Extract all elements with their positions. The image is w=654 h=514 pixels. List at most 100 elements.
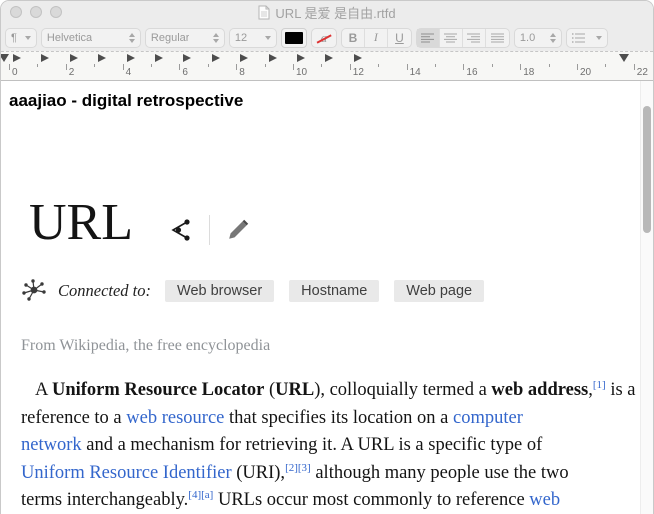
bold-button[interactable]: B [342,28,365,47]
text-segment: ( [264,380,276,400]
connected-label: Connected to: [58,280,152,300]
reference-link[interactable]: [1] [593,379,606,391]
text-segment: ), colloquially termed a [314,380,492,400]
close-button[interactable] [10,6,22,18]
text-segment: URLs occur most commonly to reference [213,490,530,510]
ruler-scale: 0 2 4 6 8 10 12 14 16 18 20 22 [1,64,653,81]
ruler-tick [236,64,238,70]
text-segment: Uniform Resource Locator [51,380,265,400]
connected-tag: Web page [394,279,485,302]
ruler-tick [349,64,351,70]
paragraph-styles-button[interactable]: ¶ [5,27,37,48]
ruler-tick [37,64,39,67]
connected-tag: Web browser [165,279,275,302]
font-style-select[interactable]: Regular [144,27,225,48]
ruler-number: 18 [523,67,535,78]
wiki-link[interactable]: Uniform Resource Identifier [21,463,232,483]
ruler-number: 4 [125,67,132,78]
align-justify-button[interactable] [486,29,509,47]
tab-stop-marker[interactable] [183,54,192,62]
ruler-tick [577,64,578,70]
right-margin-marker[interactable] [619,54,629,62]
underline-button[interactable]: U [388,29,411,47]
tab-stop-marker[interactable] [325,54,334,62]
article-title: URL [29,194,133,251]
vertical-divider [209,215,210,245]
color-swatch-icon [284,31,303,44]
tab-stop-marker[interactable] [240,54,249,62]
highlight-color-button[interactable]: a [310,27,337,48]
text-segment: that specifies its location on a [224,407,453,428]
network-node-icon [22,279,46,301]
tab-stop-marker[interactable] [13,54,21,62]
paragraph-line: terms interchangeably.[4][a] URLs occur … [21,487,653,514]
align-center-icon [444,33,458,42]
ruler-tick [264,64,266,67]
wiki-link[interactable]: computer [453,408,523,428]
tab-stop-marker[interactable] [155,54,163,62]
tab-stop-marker[interactable] [41,54,50,62]
wiki-link[interactable]: web resource [126,408,224,428]
ruler[interactable]: 0 2 4 6 8 10 12 14 16 18 20 22 [1,51,653,81]
tab-stop-marker[interactable] [98,54,107,62]
alignment-group [415,27,510,48]
ruler-tick [151,64,152,67]
tab-stop-marker[interactable] [297,54,305,62]
wiki-link[interactable]: network [21,435,82,455]
list-style-select[interactable] [565,27,608,48]
text-segment: is a [605,380,636,400]
document-content[interactable]: aaajiao - digital retrospective URL Conn… [1,81,653,514]
paragraph-line: reference to a web resource that specifi… [21,405,653,433]
ruler-tick [548,64,550,67]
tab-stop-marker[interactable] [211,54,220,62]
tab-stop-row [1,54,653,64]
vertical-scrollbar[interactable] [640,81,653,514]
align-right-button[interactable] [463,28,486,47]
article-paragraph: A Uniform Resource Locator (URL), colloq… [21,377,653,514]
font-family-select[interactable]: Helvetica [40,27,141,48]
text-color-well[interactable] [280,27,307,48]
document-header-line: aaajiao - digital retrospective [9,91,244,110]
minimize-button[interactable] [30,6,42,18]
reference-link[interactable]: [4][a] [188,489,213,501]
pasted-wikipedia-article: URL Connected to: Web browser Hostname W… [21,193,653,514]
italic-button[interactable]: I [365,28,388,47]
share-graph-icon[interactable] [165,216,193,244]
ruler-tick [122,64,124,70]
ruler-number: 22 [636,67,648,78]
text-segment: and a mechanism for retrieving it. A URL… [81,435,543,455]
textedit-window: URL 是爱 是自由.rtfd ¶ Helvetica Regular 12 a… [0,0,654,514]
tab-stop-marker[interactable] [353,54,362,62]
window-controls [10,6,62,18]
ruler-number: 20 [580,67,592,78]
tab-stop-marker[interactable] [268,54,277,62]
align-justify-icon [490,33,504,42]
font-size-select[interactable]: 12 [228,27,277,48]
ruler-number: 0 [12,67,18,78]
title-bar[interactable]: URL 是爱 是自由.rtfd [1,1,653,24]
stepper-icon [128,32,135,43]
tab-stop-marker[interactable] [69,54,78,62]
align-center-button[interactable] [440,28,463,47]
article-subtitle: From Wikipedia, the free encyclopedia [21,337,271,354]
align-left-button[interactable] [416,28,440,47]
align-right-icon [467,33,481,42]
ruler-tick [94,64,96,67]
window-title-text: URL 是爱 是自由.rtfd [275,6,396,21]
biu-group: B I U [340,27,412,48]
text-segment: URL [275,380,315,400]
ruler-tick [378,64,380,67]
ruler-tick [633,64,635,70]
scrollbar-thumb[interactable] [643,106,651,233]
reference-link[interactable]: [2][3] [285,461,311,473]
pencil-edit-icon[interactable] [226,218,250,242]
ruler-number: 12 [352,67,364,78]
zoom-button[interactable] [50,6,62,18]
text-segment: A [35,380,52,400]
left-margin-marker[interactable] [1,54,9,62]
ruler-number: 6 [182,67,188,78]
tab-stop-marker[interactable] [126,54,135,62]
align-left-icon [421,33,435,42]
line-spacing-select[interactable]: 1.0 [513,27,562,48]
wiki-link[interactable]: web [529,490,560,510]
